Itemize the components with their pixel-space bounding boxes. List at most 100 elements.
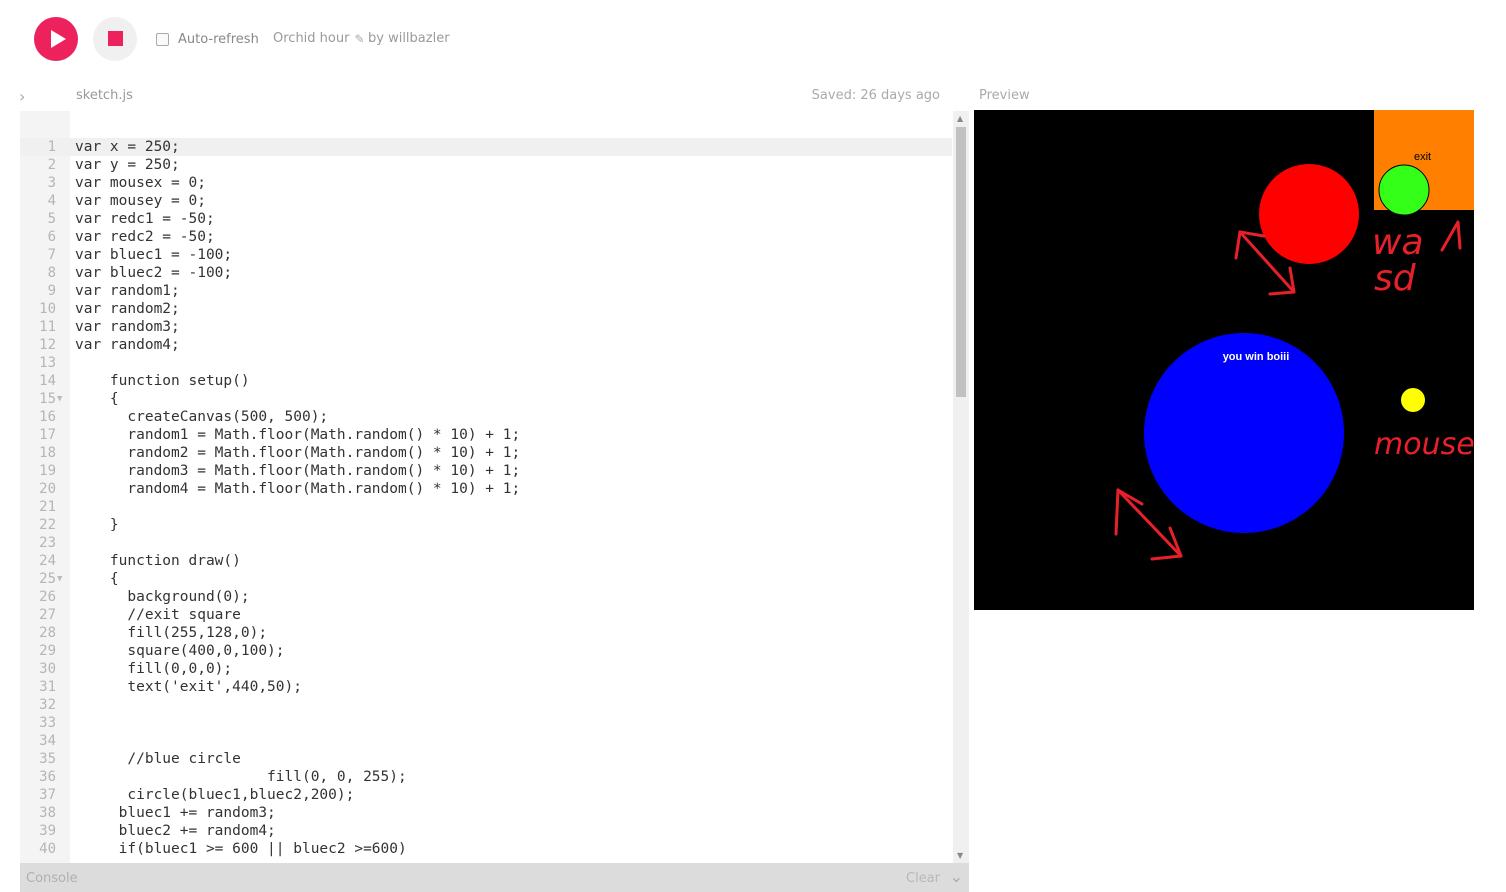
line-number: 29 <box>39 643 56 659</box>
exit-text: exit <box>1414 151 1431 163</box>
code-line[interactable]: 36 fill(0, 0, 255); <box>20 768 952 786</box>
line-text: var y = 250; <box>75 157 180 173</box>
line-text: square(400,0,100); <box>75 643 285 659</box>
code-editor[interactable]: 1 var x = 250; 2 var y = 250; 3 var mousex = … <box>20 111 969 863</box>
code-line[interactable]: 29 square(400,0,100); <box>20 642 952 660</box>
code-line[interactable]: 1 var x = 250; <box>20 138 952 156</box>
play-button[interactable] <box>34 17 78 61</box>
sketch-title[interactable]: Orchid hour ✎ <box>273 31 365 46</box>
code-line[interactable]: 9 var random1; <box>20 282 952 300</box>
sketch-preview-canvas[interactable]: exit you win boiii wa sd mouse <box>974 110 1474 610</box>
scrollbar-thumb[interactable] <box>956 127 966 397</box>
code-line[interactable]: 33 <box>20 714 952 732</box>
line-number: 19 <box>39 463 56 479</box>
autorefresh-toggle[interactable]: Auto-refresh <box>156 32 259 47</box>
code-line[interactable]: 2 var y = 250; <box>20 156 952 174</box>
code-line[interactable]: 14 function setup() <box>20 372 952 390</box>
annotation-wasd-top: wa <box>1372 222 1424 263</box>
code-line[interactable]: 19 random3 = Math.floor(Math.random() * … <box>20 462 952 480</box>
code-line[interactable]: 32 <box>20 696 952 714</box>
pencil-icon[interactable]: ✎ <box>354 32 364 46</box>
code-line[interactable]: 30 fill(0,0,0); <box>20 660 952 678</box>
code-line[interactable]: 23 <box>20 534 952 552</box>
preview-drawing: exit you win boiii wa sd mouse <box>1114 110 1474 561</box>
code-line[interactable]: 16 createCanvas(500, 500); <box>20 408 952 426</box>
code-line[interactable]: 6 var redc2 = -50; <box>20 228 952 246</box>
line-text: var random1; <box>75 283 180 299</box>
line-text: var bluec1 = -100; <box>75 247 233 263</box>
chevron-down-icon[interactable]: ⌄ <box>950 867 963 886</box>
code-line[interactable]: 11 var random3; <box>20 318 952 336</box>
code-line[interactable]: 7 var bluec1 = -100; <box>20 246 952 264</box>
console-label: Console <box>26 871 78 886</box>
code-line[interactable]: 38 bluec1 += random3; <box>20 804 952 822</box>
autorefresh-checkbox[interactable] <box>156 33 169 46</box>
line-number: 32 <box>39 697 56 713</box>
code-line[interactable]: 25 ▼ { <box>20 570 952 588</box>
line-text: random1 = Math.floor(Math.random() * 10)… <box>75 427 521 443</box>
line-text: function draw() <box>75 553 241 569</box>
line-text: { <box>75 391 119 407</box>
code-line[interactable]: 18 random2 = Math.floor(Math.random() * … <box>20 444 952 462</box>
clear-console-button[interactable]: Clear <box>906 871 940 886</box>
code-line[interactable]: 40 if(bluec1 >= 600 || bluec2 >=600) <box>20 840 952 858</box>
line-text: bluec1 += random3; <box>75 805 276 821</box>
code-line[interactable]: 4 var mousey = 0; <box>20 192 952 210</box>
blue-circle <box>1144 333 1344 533</box>
expand-sidebar-icon[interactable]: › <box>19 87 25 106</box>
code-line[interactable]: 37 circle(bluec1,bluec2,200); <box>20 786 952 804</box>
code-line[interactable]: 17 random1 = Math.floor(Math.random() * … <box>20 426 952 444</box>
line-number: 18 <box>39 445 56 461</box>
code-line[interactable]: 3 var mousex = 0; <box>20 174 952 192</box>
code-line[interactable]: 26 background(0); <box>20 588 952 606</box>
code-lines[interactable]: 1 var x = 250; 2 var y = 250; 3 var mousex = … <box>20 138 952 858</box>
line-text: var redc2 = -50; <box>75 229 215 245</box>
saved-status: Saved: 26 days ago <box>811 88 940 103</box>
line-text: var random2; <box>75 301 180 317</box>
code-line[interactable]: 21 <box>20 498 952 516</box>
code-line[interactable]: 34 <box>20 732 952 750</box>
line-number: 4 <box>47 193 56 209</box>
code-line[interactable]: 5 var redc1 = -50; <box>20 210 952 228</box>
code-line[interactable]: 8 var bluec2 = -100; <box>20 264 952 282</box>
code-line[interactable]: 12 var random4; <box>20 336 952 354</box>
sketch-title-text: Orchid hour <box>273 31 350 46</box>
code-line[interactable]: 39 bluec2 += random4; <box>20 822 952 840</box>
line-text: } <box>75 517 119 533</box>
editor-scrollbar[interactable]: ▲ ▼ <box>953 111 969 863</box>
line-text: random3 = Math.floor(Math.random() * 10)… <box>75 463 521 479</box>
code-line[interactable]: 31 text('exit',440,50); <box>20 678 952 696</box>
code-line[interactable]: 24 function draw() <box>20 552 952 570</box>
preview-label: Preview <box>979 88 1030 103</box>
console-bar[interactable]: Console Clear ⌄ <box>20 863 969 892</box>
line-number: 6 <box>47 229 56 245</box>
line-number: 24 <box>39 553 56 569</box>
code-line[interactable]: 27 //exit square <box>20 606 952 624</box>
annotation-wasd-bottom: sd <box>1374 258 1417 299</box>
code-line[interactable]: 15 ▼ { <box>20 390 952 408</box>
author-byline[interactable]: by willbazler <box>368 31 450 46</box>
code-line[interactable]: 35 //blue circle <box>20 750 952 768</box>
line-text: var redc1 = -50; <box>75 211 215 227</box>
line-number: 25 <box>39 571 56 587</box>
stop-button[interactable] <box>93 17 137 61</box>
scroll-down-arrow-icon[interactable]: ▼ <box>957 851 963 860</box>
line-number: 27 <box>39 607 56 623</box>
fold-arrow-icon[interactable]: ▼ <box>57 390 62 408</box>
line-text: { <box>75 571 119 587</box>
code-line[interactable]: 13 <box>20 354 952 372</box>
scroll-up-arrow-icon[interactable]: ▲ <box>957 114 963 123</box>
line-text: function setup() <box>75 373 250 389</box>
code-line[interactable]: 22 } <box>20 516 952 534</box>
line-number: 12 <box>39 337 56 353</box>
line-number: 21 <box>39 499 56 515</box>
line-text: random2 = Math.floor(Math.random() * 10)… <box>75 445 521 461</box>
fold-arrow-icon[interactable]: ▼ <box>57 570 62 588</box>
line-number: 36 <box>39 769 56 785</box>
line-number: 38 <box>39 805 56 821</box>
line-text: var random3; <box>75 319 180 335</box>
line-number: 14 <box>39 373 56 389</box>
code-line[interactable]: 10 var random2; <box>20 300 952 318</box>
code-line[interactable]: 28 fill(255,128,0); <box>20 624 952 642</box>
code-line[interactable]: 20 random4 = Math.floor(Math.random() * … <box>20 480 952 498</box>
